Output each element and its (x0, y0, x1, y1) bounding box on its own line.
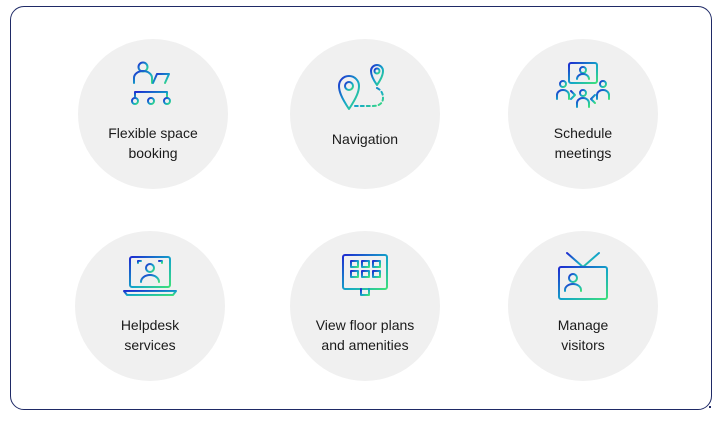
corner-mark (709, 406, 711, 408)
meeting-icon (556, 62, 610, 108)
features-panel: Flexible space booking Navigation Schedu… (10, 6, 712, 410)
feature-label: Schedule meetings (553, 125, 613, 161)
feature-navigation: Navigation (290, 39, 440, 189)
feature-schedule-meetings: Schedule meetings (508, 39, 658, 189)
desk-booking-icon (130, 61, 172, 105)
feature-manage-visitors: Manage visitors (508, 231, 658, 381)
feature-label: View floor plans and amenities (315, 317, 415, 353)
floor-plan-monitor-icon (342, 254, 388, 300)
feature-label: Navigation (331, 131, 399, 147)
feature-flexible-space-booking: Flexible space booking (78, 39, 228, 189)
helpdesk-laptop-icon (123, 256, 177, 296)
feature-label: Helpdesk services (120, 317, 180, 353)
feature-label: Flexible space booking (108, 125, 198, 161)
visitor-badge-icon (558, 252, 608, 300)
feature-label: Manage visitors (557, 317, 609, 353)
feature-view-floor-plans: View floor plans and amenities (290, 231, 440, 381)
navigation-pins-icon (338, 64, 384, 110)
feature-helpdesk-services: Helpdesk services (75, 231, 225, 381)
